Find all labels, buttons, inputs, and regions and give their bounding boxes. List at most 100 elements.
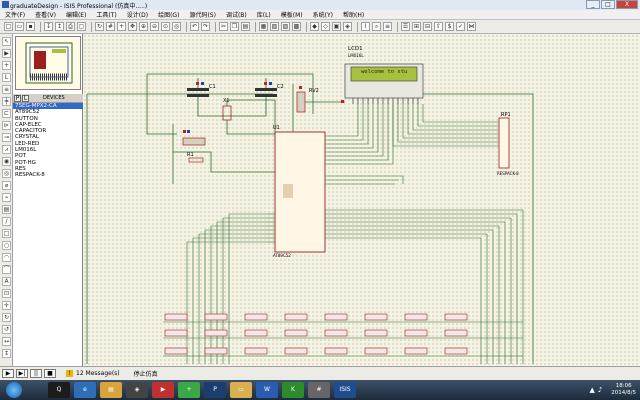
schematic-canvas[interactable]: LCD1 LM016L welcome to stu U1 AT89C52 RP… [83, 34, 640, 366]
property-icon[interactable]: ≡ [383, 22, 392, 31]
open-icon[interactable]: ▭ [15, 22, 24, 31]
text-script-icon[interactable]: ≡ [2, 85, 11, 94]
current-probe-icon[interactable]: ⌁ [2, 193, 11, 202]
terminal-icon[interactable]: ⊳ [2, 121, 11, 130]
device-pin-icon[interactable]: ⊸ [2, 133, 11, 142]
subcircuit-icon[interactable]: ⊏ [2, 109, 11, 118]
path-2d-icon[interactable]: ⌒ [2, 265, 11, 274]
packaging-icon[interactable]: ▣ [332, 22, 341, 31]
paste-icon[interactable]: ▤ [241, 22, 250, 31]
redo-icon[interactable]: ↷ [201, 22, 210, 31]
new-sheet-icon[interactable]: ⊞ [412, 22, 421, 31]
clock[interactable]: 18:06 2014/8/5 [611, 383, 636, 397]
menu-library[interactable]: 库(L) [252, 10, 276, 19]
print-icon[interactable]: ⎙ [66, 22, 75, 31]
block-delete-icon[interactable]: ▩ [292, 22, 301, 31]
origin-icon[interactable]: + [117, 22, 126, 31]
text-2d-icon[interactable]: A [2, 277, 11, 286]
message-indicator[interactable]: ! 12 Message(s) [66, 370, 120, 377]
mirror-x-icon[interactable]: ↔ [2, 337, 11, 346]
start-button[interactable] [6, 382, 22, 398]
selection-mode-icon[interactable]: ↖ [2, 37, 11, 46]
zoom-area-icon[interactable]: ◎ [172, 22, 181, 31]
zoom-all-icon[interactable]: ⊙ [161, 22, 170, 31]
pick-icon[interactable]: ◆ [310, 22, 319, 31]
zoom-in-icon[interactable]: ⊕ [139, 22, 148, 31]
menu-help[interactable]: 帮助(H) [338, 10, 369, 19]
mirror-y-icon[interactable]: ↕ [2, 349, 11, 358]
maximize-button[interactable]: □ [601, 0, 615, 9]
pause-button[interactable]: || [30, 369, 42, 378]
export-icon[interactable]: ↥ [55, 22, 64, 31]
graph-icon[interactable]: ⩘ [2, 145, 11, 154]
menu-edit[interactable]: 编辑(E) [61, 10, 91, 19]
explorer-icon[interactable]: ▤ [100, 382, 122, 398]
menu-template[interactable]: 模板(M) [276, 10, 308, 19]
zoom-out-icon[interactable]: ⊖ [150, 22, 159, 31]
menu-graph[interactable]: 绘图(G) [153, 10, 184, 19]
block-rotate-icon[interactable]: ▨ [281, 22, 290, 31]
block-copy-icon[interactable]: ▦ [259, 22, 268, 31]
bus-icon[interactable]: ╪ [2, 97, 11, 106]
area-icon[interactable]: ▢ [77, 22, 86, 31]
marker-2d-icon[interactable]: ✛ [2, 301, 11, 310]
folder-icon[interactable]: ▭ [230, 382, 252, 398]
search-icon[interactable]: ⌕ [372, 22, 381, 31]
menu-view[interactable]: 查看(V) [30, 10, 61, 19]
remove-sheet-icon[interactable]: ⊟ [423, 22, 432, 31]
symbol-2d-icon[interactable]: ⊡ [2, 289, 11, 298]
box-2d-icon[interactable]: □ [2, 229, 11, 238]
new-icon[interactable]: □ [4, 22, 13, 31]
network-icon[interactable]: ▲ [589, 386, 594, 394]
stop-button[interactable]: ■ [44, 369, 56, 378]
play-button[interactable]: ▶ [2, 369, 14, 378]
pan-icon[interactable]: ✥ [128, 22, 137, 31]
volume-icon[interactable]: ♪ [598, 386, 602, 394]
menu-tools[interactable]: 工具(T) [91, 10, 121, 19]
calculator-icon[interactable]: # [308, 382, 330, 398]
make-device-icon[interactable]: ◇ [321, 22, 330, 31]
line-2d-icon[interactable]: / [2, 217, 11, 226]
erc-icon[interactable]: ✓ [456, 22, 465, 31]
security-icon[interactable]: + [178, 382, 200, 398]
pick-devices-button[interactable]: P [14, 94, 21, 102]
wire-label-icon[interactable]: L [2, 73, 11, 82]
arc-2d-icon[interactable]: ◠ [2, 253, 11, 262]
minimize-button[interactable]: _ [586, 0, 600, 9]
step-button[interactable]: ▶| [16, 369, 28, 378]
generator-icon[interactable]: ◎ [2, 169, 11, 178]
design-explorer-icon[interactable]: ☰ [401, 22, 410, 31]
browser-icon[interactable]: e [74, 382, 96, 398]
game-icon[interactable]: ◈ [126, 382, 148, 398]
import-icon[interactable]: ↧ [44, 22, 53, 31]
copy-icon[interactable]: ❐ [230, 22, 239, 31]
wire-autorouter-icon[interactable]: ⌇ [361, 22, 370, 31]
undo-icon[interactable]: ↶ [190, 22, 199, 31]
qq-icon[interactable]: Q [48, 382, 70, 398]
isis-taskbar-icon[interactable]: ISIS [334, 382, 356, 398]
grid-icon[interactable]: # [106, 22, 115, 31]
save-icon[interactable]: ▪ [26, 22, 35, 31]
component-mode-icon[interactable]: ▶ [2, 49, 11, 58]
rotate-cw-icon[interactable]: ↻ [2, 313, 11, 322]
menu-debug[interactable]: 调试(B) [221, 10, 252, 19]
virtual-instrument-icon[interactable]: ▤ [2, 205, 11, 214]
netlist-icon[interactable]: ⋈ [467, 22, 476, 31]
keil-icon[interactable]: K [282, 382, 304, 398]
junction-dot-icon[interactable]: + [2, 61, 11, 70]
library-button[interactable]: L [22, 94, 29, 102]
photoshop-icon[interactable]: P [204, 382, 226, 398]
menu-file[interactable]: 文件(F) [0, 10, 30, 19]
voltage-probe-icon[interactable]: ⌀ [2, 181, 11, 190]
bom-icon[interactable]: $ [445, 22, 454, 31]
circle-2d-icon[interactable]: ○ [2, 241, 11, 250]
overview-preview[interactable] [15, 36, 81, 90]
word-icon[interactable]: W [256, 382, 278, 398]
refresh-icon[interactable]: ↻ [95, 22, 104, 31]
device-item[interactable]: RESPACK-8 [13, 172, 83, 178]
tape-recorder-icon[interactable]: ◉ [2, 157, 11, 166]
block-move-icon[interactable]: ▧ [270, 22, 279, 31]
player-icon[interactable]: ▶ [152, 382, 174, 398]
close-button[interactable]: X [616, 0, 638, 9]
decompose-icon[interactable]: ◈ [343, 22, 352, 31]
